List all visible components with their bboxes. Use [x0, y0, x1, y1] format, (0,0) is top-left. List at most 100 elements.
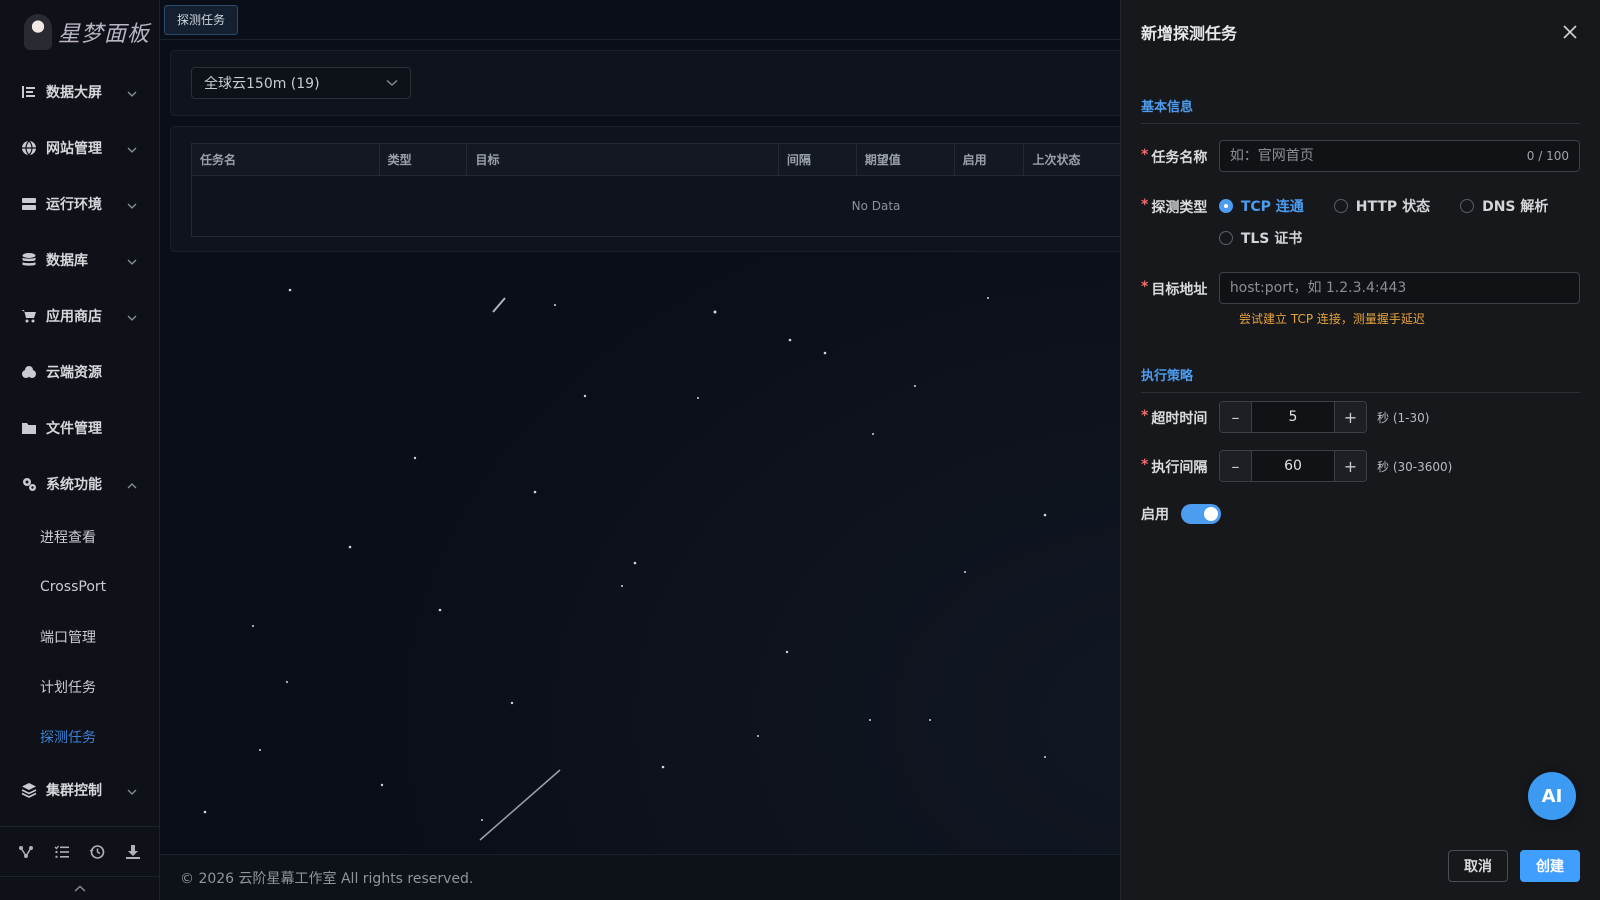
- column-header[interactable]: 任务名: [192, 144, 380, 175]
- sidebar-item-label: 系统功能: [46, 477, 102, 493]
- sidebar-item-crossport[interactable]: CrossPort: [0, 562, 159, 612]
- chevron-down-icon: [127, 255, 137, 265]
- sidebar-item-cron[interactable]: 计划任务: [0, 662, 159, 712]
- starfield-background: [203, 288, 1047, 841]
- timeout-stepper: – 5 +: [1219, 401, 1367, 433]
- table-header: 任务名 类型 目标 间隔 期望值 启用 上次状态: [192, 144, 1270, 176]
- target-row: * 目标地址: [1141, 272, 1580, 304]
- probe-type-radio-group: TCP 连通 HTTP 状态 DNS 解析 TLS 证书: [1218, 190, 1580, 254]
- sidebar-footer-toolbar: [0, 826, 159, 876]
- sidebar-item-label: 应用商店: [46, 309, 102, 325]
- globe-icon: [20, 139, 38, 157]
- drawer-footer: 取消 创建: [1448, 850, 1580, 882]
- chevron-up-icon: [127, 479, 137, 489]
- drawer-title: 新增探测任务: [1141, 24, 1238, 43]
- sidebar-item-database[interactable]: 数据库: [0, 232, 159, 288]
- interval-stepper: – 60 +: [1219, 450, 1367, 482]
- create-button[interactable]: 创建: [1520, 850, 1580, 882]
- sidebar-item-files[interactable]: 文件管理: [0, 400, 159, 456]
- sidebar-item-dashboard[interactable]: 数据大屏: [0, 64, 159, 120]
- logo[interactable]: 星梦面板: [0, 0, 159, 64]
- interval-value[interactable]: 60: [1252, 458, 1334, 474]
- task-name-input[interactable]: [1229, 148, 1527, 164]
- section-policy: 执行策略: [1141, 365, 1580, 393]
- branch-icon[interactable]: [17, 843, 35, 861]
- interval-row: * 执行间隔 – 60 + 秒 (30-3600): [1141, 450, 1580, 482]
- folder-icon: [20, 419, 38, 437]
- radio-dns[interactable]: DNS 解析: [1460, 190, 1548, 222]
- chevron-down-icon: [386, 75, 398, 91]
- sidebar-item-label: 运行环境: [46, 197, 102, 213]
- radio-tcp[interactable]: TCP 连通: [1218, 190, 1304, 222]
- sidebar-menu-bottom: 集群控制: [0, 762, 159, 818]
- download-icon[interactable]: [124, 843, 142, 861]
- radio-http[interactable]: HTTP 状态: [1333, 190, 1430, 222]
- cart-icon: [20, 307, 38, 325]
- ai-assistant-button[interactable]: AI: [1528, 772, 1576, 820]
- column-header[interactable]: 期望值: [857, 144, 955, 175]
- copyright-text: © 2026 云阶星幕工作室 All rights reserved.: [180, 870, 474, 887]
- target-input[interactable]: [1229, 280, 1569, 296]
- probe-type-label: * 探测类型: [1141, 197, 1208, 216]
- task-name-row: *任务名称 0 / 100: [1141, 140, 1580, 172]
- sidebar-item-cluster[interactable]: 集群控制: [0, 762, 159, 818]
- sidebar-item-runtime[interactable]: 运行环境: [0, 176, 159, 232]
- collapse-sidebar-button[interactable]: [0, 876, 159, 900]
- column-header[interactable]: 类型: [380, 144, 468, 175]
- gears-icon: [20, 475, 38, 493]
- enable-row: 启用: [1141, 504, 1580, 524]
- cancel-button[interactable]: 取消: [1448, 850, 1508, 882]
- new-probe-task-drawer: 新增探测任务 基本信息 *任务名称 0 / 100 *探测类型 TCP 连通 H…: [1120, 0, 1600, 900]
- close-icon[interactable]: [1560, 22, 1580, 42]
- server-group-select[interactable]: 全球云150m (19): [191, 67, 411, 99]
- drawer-header: 新增探测任务: [1121, 0, 1600, 64]
- sidebar-item-websites[interactable]: 网站管理: [0, 120, 159, 176]
- page-footer: © 2026 云阶星幕工作室 All rights reserved.: [160, 854, 1120, 900]
- section-basic-info: 基本信息: [1141, 96, 1580, 124]
- sidebar-menu: 数据大屏 网站管理 运行环境 数据库 应用商店 云端资源 文件管理 系统功能: [0, 64, 159, 512]
- radio-tls[interactable]: TLS 证书: [1218, 222, 1302, 254]
- sidebar-item-label: 数据大屏: [46, 85, 102, 101]
- chart-list-icon: [20, 83, 38, 101]
- sidebar-item-probe-tasks[interactable]: 探测任务: [0, 712, 159, 762]
- decrement-button[interactable]: –: [1220, 451, 1252, 481]
- sidebar-item-system[interactable]: 系统功能: [0, 456, 159, 512]
- sidebar-item-processes[interactable]: 进程查看: [0, 512, 159, 562]
- timeout-unit: 秒 (1-30): [1377, 410, 1430, 425]
- tab-probe-tasks[interactable]: 探测任务: [164, 4, 239, 35]
- increment-button[interactable]: +: [1334, 451, 1366, 481]
- task-list-icon[interactable]: [53, 843, 71, 861]
- timeout-row: * 超时时间 – 5 + 秒 (1-30): [1141, 401, 1580, 433]
- sidebar-item-cloud[interactable]: 云端资源: [0, 344, 159, 400]
- server-group-value: 全球云150m (19): [204, 76, 320, 92]
- chevron-down-icon: [127, 87, 137, 97]
- sidebar-item-label: 集群控制: [46, 783, 102, 799]
- chevron-down-icon: [127, 785, 137, 795]
- char-counter: 0 / 100: [1526, 149, 1569, 163]
- increment-button[interactable]: +: [1334, 402, 1366, 432]
- table-empty-text: No Data: [851, 199, 901, 213]
- sidebar: 星梦面板 数据大屏 网站管理 运行环境 数据库 应用商店 云端资源 文件管理 系…: [0, 0, 160, 900]
- logo-text: 星梦面板: [58, 22, 151, 47]
- cloud-icon: [20, 363, 38, 381]
- enable-label: 启用: [1141, 507, 1169, 523]
- history-icon[interactable]: [88, 843, 106, 861]
- timeout-label: * 超时时间: [1141, 408, 1208, 427]
- decrement-button[interactable]: –: [1220, 402, 1252, 432]
- interval-unit: 秒 (30-3600): [1377, 459, 1453, 474]
- enable-toggle[interactable]: [1181, 504, 1221, 524]
- target-field: [1218, 272, 1580, 304]
- column-header[interactable]: 目标: [467, 144, 779, 175]
- chevron-down-icon: [127, 143, 137, 153]
- task-name-field: 0 / 100: [1218, 140, 1580, 172]
- database-icon: [20, 251, 38, 269]
- sidebar-item-ports[interactable]: 端口管理: [0, 612, 159, 662]
- sidebar-item-app-store[interactable]: 应用商店: [0, 288, 159, 344]
- sidebar-item-label: 文件管理: [46, 421, 102, 437]
- column-header[interactable]: 间隔: [779, 144, 857, 175]
- interval-label: * 执行间隔: [1141, 457, 1208, 476]
- column-header[interactable]: 启用: [955, 144, 1025, 175]
- chevron-up-icon: [74, 881, 86, 897]
- layers-icon: [20, 781, 38, 799]
- timeout-value[interactable]: 5: [1252, 409, 1334, 425]
